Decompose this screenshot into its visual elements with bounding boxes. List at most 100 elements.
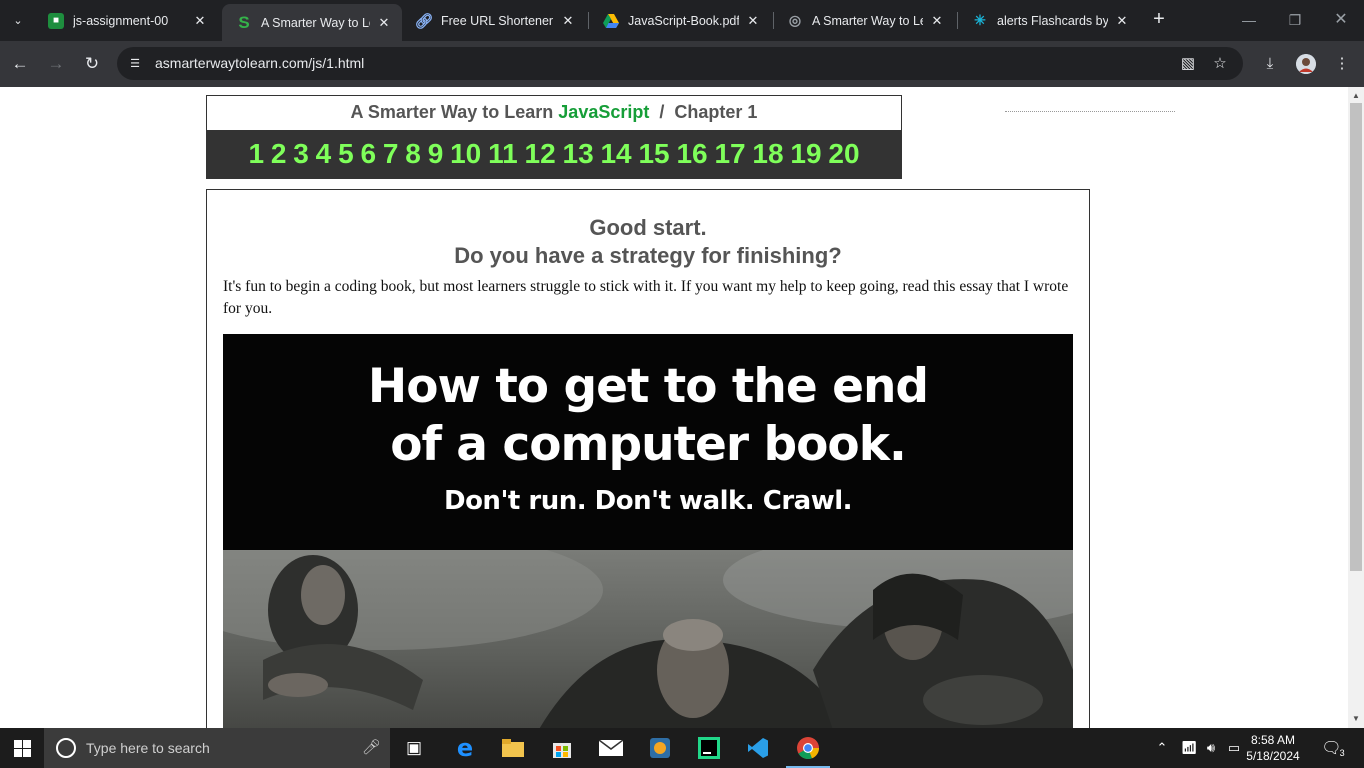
close-tab-icon[interactable]: ✕ xyxy=(560,13,576,29)
back-arrow-icon[interactable]: ← xyxy=(8,52,32,76)
new-tab-plus-icon[interactable]: + xyxy=(1150,9,1168,31)
tab-title: JavaScript-Book.pdf - xyxy=(628,13,739,28)
scroll-down-arrow-icon[interactable]: ▼ xyxy=(1348,712,1364,726)
chapter-link[interactable]: 12 xyxy=(525,138,556,169)
chapter-link[interactable]: 3 xyxy=(293,138,309,169)
volume-icon[interactable]: 🔊︎ xyxy=(1200,728,1222,768)
tab-search-button[interactable]: ⌄ xyxy=(6,9,30,31)
chapter-link[interactable]: 17 xyxy=(714,138,745,169)
taskbar-search-box[interactable]: Type here to search 🎤︎ xyxy=(44,728,390,768)
tab-title: Free URL Shortener xyxy=(441,13,554,28)
tab-javascript-book-pdf[interactable]: JavaScript-Book.pdf - ✕ xyxy=(589,6,771,35)
chapter-link[interactable]: 7 xyxy=(383,138,399,169)
taskbar-clock[interactable]: 8:58 AM 5/18/2024 xyxy=(1244,732,1302,764)
tab-url-shortener[interactable]: 🔗︎ Free URL Shortener ✕ xyxy=(402,6,586,35)
close-tab-icon[interactable]: ✕ xyxy=(192,13,208,29)
chevron-down-icon: ⌄ xyxy=(13,14,23,27)
close-tab-icon[interactable]: ✕ xyxy=(1114,13,1130,29)
pycharm-icon[interactable] xyxy=(685,728,733,768)
banner-headline: How to get to the end of a computer book… xyxy=(223,358,1073,474)
download-icon[interactable]: ⤓ xyxy=(1258,52,1282,76)
dotted-divider xyxy=(1005,111,1175,113)
banner-headline-line1: How to get to the end xyxy=(367,359,929,414)
language-title: JavaScript xyxy=(558,102,650,122)
tab-js-assignment[interactable]: ■ js-assignment-00 ✕ xyxy=(34,6,218,35)
microsoft-store-icon[interactable] xyxy=(538,728,586,768)
chrome-taskbar-icon[interactable] xyxy=(784,728,832,768)
notification-count-badge: 3 xyxy=(1339,748,1345,758)
chapter-header: A Smarter Way to Learn JavaScript / Chap… xyxy=(206,95,902,179)
tab-title: js-assignment-00 xyxy=(73,13,169,28)
reload-icon[interactable]: ↻ xyxy=(80,52,104,76)
network-icon[interactable]: 📶︎ xyxy=(1178,728,1200,768)
microphone-icon[interactable]: 🎤︎ xyxy=(362,738,381,756)
chapter-link[interactable]: 6 xyxy=(360,138,376,169)
chapter-link[interactable]: 8 xyxy=(405,138,421,169)
restore-window-icon[interactable]: ❐ xyxy=(1283,8,1307,32)
minimize-window-icon[interactable]: — xyxy=(1237,8,1261,32)
url-text[interactable]: asmarterwaytolearn.com/js/1.html xyxy=(155,55,364,71)
app-photo-icon[interactable] xyxy=(636,728,684,768)
page-scrollbar[interactable]: ▲ ▼ xyxy=(1348,87,1364,728)
chapter-link[interactable]: 2 xyxy=(271,138,287,169)
google-classroom-icon: ■ xyxy=(48,12,64,29)
chapter-link[interactable]: 11 xyxy=(488,138,518,169)
chapter-link[interactable]: 13 xyxy=(563,138,594,169)
windows-start-button[interactable] xyxy=(0,728,44,768)
chapter-link[interactable]: 9 xyxy=(428,138,444,169)
close-tab-icon[interactable]: ✕ xyxy=(929,13,945,29)
chapter-link[interactable]: 4 xyxy=(316,138,332,169)
camera-blocked-icon[interactable]: ▧ xyxy=(1179,55,1197,73)
cortana-circle-icon xyxy=(56,738,76,758)
tab-alerts-flashcards[interactable]: ✳ alerts Flashcards by A ✕ xyxy=(958,6,1140,35)
tab-smarter-way-2[interactable]: ◎ A Smarter Way to Lea ✕ xyxy=(773,6,955,35)
heading-good-start: Good start. xyxy=(589,215,707,240)
chapter-link[interactable]: 1 xyxy=(248,138,264,169)
intro-paragraph: It's fun to begin a coding book, but mos… xyxy=(223,278,1069,317)
tab-smarter-way-active[interactable]: S A Smarter Way to Lea ✕ xyxy=(222,4,402,41)
windows-taskbar: Type here to search 🎤︎ ▣ e ⌃ 📶︎ 🔊︎ ▭ 8:5… xyxy=(0,728,1364,768)
close-tab-icon[interactable]: ✕ xyxy=(745,13,761,29)
tab-title: alerts Flashcards by A xyxy=(997,13,1108,28)
vscode-icon[interactable] xyxy=(734,728,782,768)
address-bar[interactable]: ☰ asmarterwaytolearn.com/js/1.html ▧ ☆ xyxy=(117,47,1243,80)
edge-browser-icon[interactable]: e xyxy=(441,728,489,768)
battery-icon[interactable]: ▭ xyxy=(1223,728,1245,768)
google-drive-icon xyxy=(603,13,619,29)
chapter-link[interactable]: 14 xyxy=(600,138,631,169)
link-icon: 🔗︎ xyxy=(414,12,434,30)
chapter-link[interactable]: 5 xyxy=(338,138,354,169)
chapter-link[interactable]: 19 xyxy=(790,138,821,169)
action-center-icon[interactable]: 🗨︎ 3 xyxy=(1318,728,1348,768)
tab-title: A Smarter Way to Lea xyxy=(261,15,370,30)
chapter-link[interactable]: 20 xyxy=(828,138,859,169)
clock-date: 5/18/2024 xyxy=(1246,749,1300,763)
close-window-icon[interactable]: ✕ xyxy=(1329,8,1353,32)
tab-title: A Smarter Way to Lea xyxy=(812,13,923,28)
chapter-label: Chapter 1 xyxy=(674,102,758,122)
essay-banner-link[interactable]: How to get to the end of a computer book… xyxy=(223,334,1073,728)
banner-headline-line2: of a computer book. xyxy=(390,417,907,472)
mail-icon[interactable] xyxy=(587,728,635,768)
file-explorer-icon[interactable] xyxy=(489,728,537,768)
task-view-icon[interactable]: ▣ xyxy=(390,728,438,768)
chapter-link[interactable]: 18 xyxy=(752,138,783,169)
bookmark-star-icon[interactable]: ☆ xyxy=(1211,55,1229,73)
profile-avatar-icon[interactable] xyxy=(1296,54,1316,74)
crawling-people-photo xyxy=(223,550,1073,728)
show-hidden-icons-chevron-icon[interactable]: ⌃ xyxy=(1152,728,1172,768)
chapter-link[interactable]: 16 xyxy=(676,138,707,169)
close-tab-icon[interactable]: ✕ xyxy=(376,15,392,31)
tab-strip: ⌄ ■ js-assignment-00 ✕ S A Smarter Way t… xyxy=(0,0,1364,41)
site-settings-icon[interactable]: ☰ xyxy=(126,55,144,73)
main-content-box: Good start. Do you have a strategy for f… xyxy=(206,189,1090,728)
chrome-menu-icon[interactable]: ⋮ xyxy=(1330,52,1354,76)
scrollbar-thumb[interactable] xyxy=(1350,103,1362,571)
brainscape-icon: ✳ xyxy=(974,12,986,28)
title-separator: / xyxy=(659,102,665,122)
search-placeholder: Type here to search xyxy=(86,740,210,756)
forward-arrow-icon[interactable]: → xyxy=(44,52,68,76)
scroll-up-arrow-icon[interactable]: ▲ xyxy=(1348,89,1364,103)
chapter-link[interactable]: 10 xyxy=(450,138,481,169)
chapter-link[interactable]: 15 xyxy=(638,138,669,169)
